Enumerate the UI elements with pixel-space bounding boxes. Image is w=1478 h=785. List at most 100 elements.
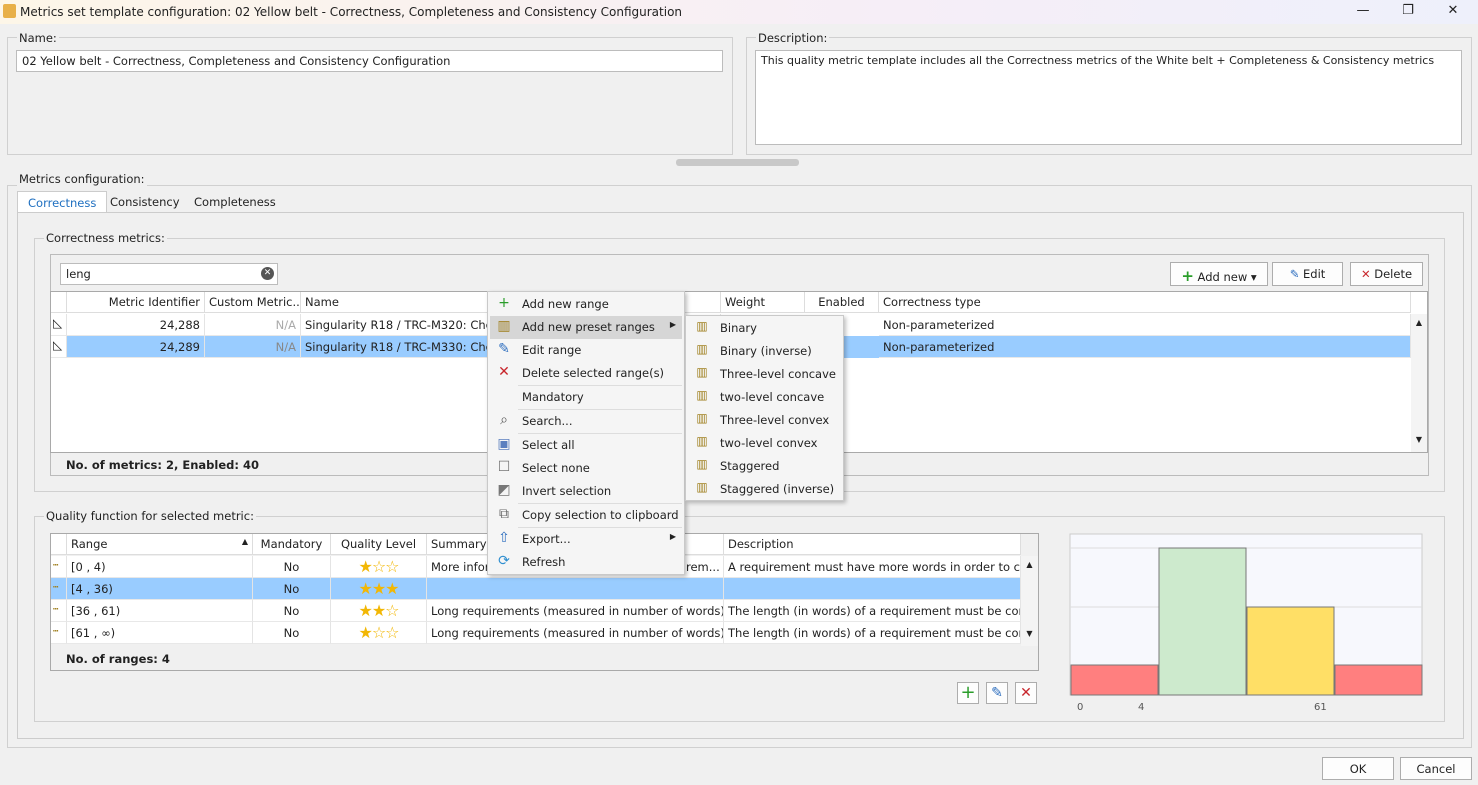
range-icon: ┅ (51, 556, 67, 578)
submenu-item[interactable]: ▥ two-level concave (688, 386, 841, 409)
col-mandatory[interactable]: Mandatory (253, 534, 331, 555)
preset-chart-icon: ▥ (696, 457, 708, 471)
submenu-item[interactable]: ▥ Three-level concave (688, 363, 841, 386)
menu-item[interactable]: ☐ Select none (490, 457, 682, 480)
range-row[interactable]: ┅ [36 , 61) No ★★☆ Long requirements (me… (51, 600, 1021, 622)
preset-chart-icon: ▥ (696, 388, 708, 402)
x-icon: ✕ (498, 364, 510, 380)
search-icon: ⌕ (500, 412, 508, 428)
submenu-item[interactable]: ▥ two-level convex (688, 432, 841, 455)
tab-consistency[interactable]: Consistency (100, 191, 190, 213)
col-metric-identifier[interactable]: Metric Identifier (67, 292, 205, 313)
quality-stars: ★☆☆ (331, 556, 427, 578)
range-row[interactable]: ┅ [61 , ∞) No ★☆☆ Long requirements (mea… (51, 622, 1021, 644)
preset-chart-icon: ▥ (696, 342, 708, 356)
metric-icon: ◺ (51, 336, 67, 358)
preset-chart-icon: ▥ (696, 480, 708, 494)
ranges-scrollbar[interactable]: ▲ ▼ (1021, 556, 1038, 646)
preset-icon: ▥ (497, 318, 511, 334)
menu-item[interactable]: ◩ Invert selection (490, 480, 682, 503)
plus-icon: + (1181, 267, 1194, 285)
delete-button[interactable]: ✕ Delete (1350, 262, 1423, 286)
correctness-label: Correctness metrics: (44, 231, 167, 245)
submenu-item[interactable]: ▥ Staggered (688, 455, 841, 478)
select-none-icon: ☐ (497, 459, 511, 475)
plus-icon: + (498, 295, 510, 311)
window-title: Metrics set template configuration: 02 Y… (20, 5, 683, 19)
menu-item[interactable]: Mandatory (490, 386, 682, 409)
quality-chart: 0 4 61 (1069, 533, 1423, 713)
add-range-button[interactable]: + (957, 682, 979, 704)
metrics-config-label: Metrics configuration: (17, 172, 147, 186)
preset-chart-icon: ▥ (696, 434, 708, 448)
submenu-item[interactable]: ▥ Binary (688, 317, 841, 340)
range-row[interactable]: ┅ [4 , 36) No ★★★ (51, 578, 1021, 600)
cancel-button[interactable]: Cancel (1400, 757, 1472, 780)
edit-button[interactable]: ✎ Edit (1272, 262, 1343, 286)
menu-item[interactable]: ✎ Edit range (490, 339, 682, 362)
close-button[interactable]: ✕ (1438, 3, 1468, 18)
col-weight[interactable]: Weight (721, 292, 805, 313)
add-new-button[interactable]: + Add new ▾ (1170, 262, 1268, 286)
col-description[interactable]: Description (724, 534, 1021, 555)
restore-button[interactable]: ❐ (1393, 3, 1423, 18)
col-enabled[interactable]: Enabled (805, 292, 879, 313)
menu-item[interactable]: ▥ Add new preset ranges ▶ (490, 316, 682, 339)
col-quality-level[interactable]: Quality Level (331, 534, 427, 555)
menu-item[interactable]: ✕ Delete selected range(s) (490, 362, 682, 385)
ok-button[interactable]: OK (1322, 757, 1394, 780)
tab-correctness[interactable]: Correctness (17, 191, 108, 213)
copy-icon: ⧉ (499, 506, 509, 522)
clear-search-icon[interactable]: ✕ (261, 267, 274, 280)
range-icon: ┅ (51, 622, 67, 644)
ranges-footer: No. of ranges: 4 (66, 652, 170, 666)
quality-stars: ★★★ (331, 578, 427, 600)
menu-item[interactable]: ▣ Select all (490, 434, 682, 457)
invert-icon: ◩ (497, 482, 511, 498)
description-textarea[interactable]: This quality metric template includes al… (755, 50, 1462, 145)
submenu-arrow-icon: ▶ (669, 532, 676, 541)
description-label: Description: (756, 31, 830, 45)
quality-label: Quality function for selected metric: (44, 509, 256, 523)
col-range[interactable]: Range ▲ (67, 534, 253, 555)
menu-item[interactable]: ⌕ Search... (490, 410, 682, 433)
minimize-button[interactable]: — (1348, 3, 1378, 18)
menu-item[interactable]: ⇧ Export... ▶ (490, 528, 682, 551)
x-tick-label: 4 (1138, 702, 1144, 713)
x-tick-label: 61 (1314, 702, 1327, 713)
search-input[interactable]: leng (60, 263, 278, 285)
context-menu: + Add new range ▥ Add new preset ranges ▶… (487, 291, 685, 575)
x-icon: ✕ (1360, 267, 1371, 281)
range-icon: ┅ (51, 600, 67, 622)
edit-range-button[interactable]: ✎ (986, 682, 1008, 704)
submenu-item[interactable]: ▥ Staggered (inverse) (688, 478, 841, 501)
metrics-footer: No. of metrics: 2, Enabled: 40 (66, 458, 259, 472)
menu-item[interactable]: + Add new range (490, 293, 682, 316)
menu-item[interactable]: ⟳ Refresh (490, 551, 682, 574)
quality-stars: ★★☆ (331, 600, 427, 622)
preset-chart-icon: ▥ (696, 319, 708, 333)
col-correctness-type[interactable]: Correctness type (879, 292, 1411, 313)
pencil-icon: ✎ (498, 341, 510, 357)
metrics-scrollbar[interactable]: ▲ ▼ (1411, 314, 1427, 452)
pencil-icon: ✎ (1289, 267, 1300, 281)
bar-1 (1158, 547, 1247, 696)
submenu-item[interactable]: ▥ Binary (inverse) (688, 340, 841, 363)
bar-2 (1246, 606, 1335, 696)
name-input[interactable]: 02 Yellow belt - Correctness, Completene… (16, 50, 723, 72)
quality-stars: ★☆☆ (331, 622, 427, 644)
splitter-handle[interactable] (676, 159, 799, 166)
name-label: Name: (17, 31, 59, 45)
x-tick-label: 0 (1077, 702, 1083, 713)
col-custom-metric[interactable]: Custom Metric... (205, 292, 301, 313)
export-icon: ⇧ (498, 530, 510, 546)
delete-range-button[interactable]: ✕ (1015, 682, 1037, 704)
menu-item[interactable]: ⧉ Copy selection to clipboard (490, 504, 682, 527)
preset-chart-icon: ▥ (696, 365, 708, 379)
select-all-icon: ▣ (497, 436, 511, 452)
bar-3 (1334, 664, 1423, 696)
submenu-item[interactable]: ▥ Three-level convex (688, 409, 841, 432)
app-icon (3, 4, 16, 18)
tab-completeness[interactable]: Completeness (184, 191, 286, 213)
preset-chart-icon: ▥ (696, 411, 708, 425)
